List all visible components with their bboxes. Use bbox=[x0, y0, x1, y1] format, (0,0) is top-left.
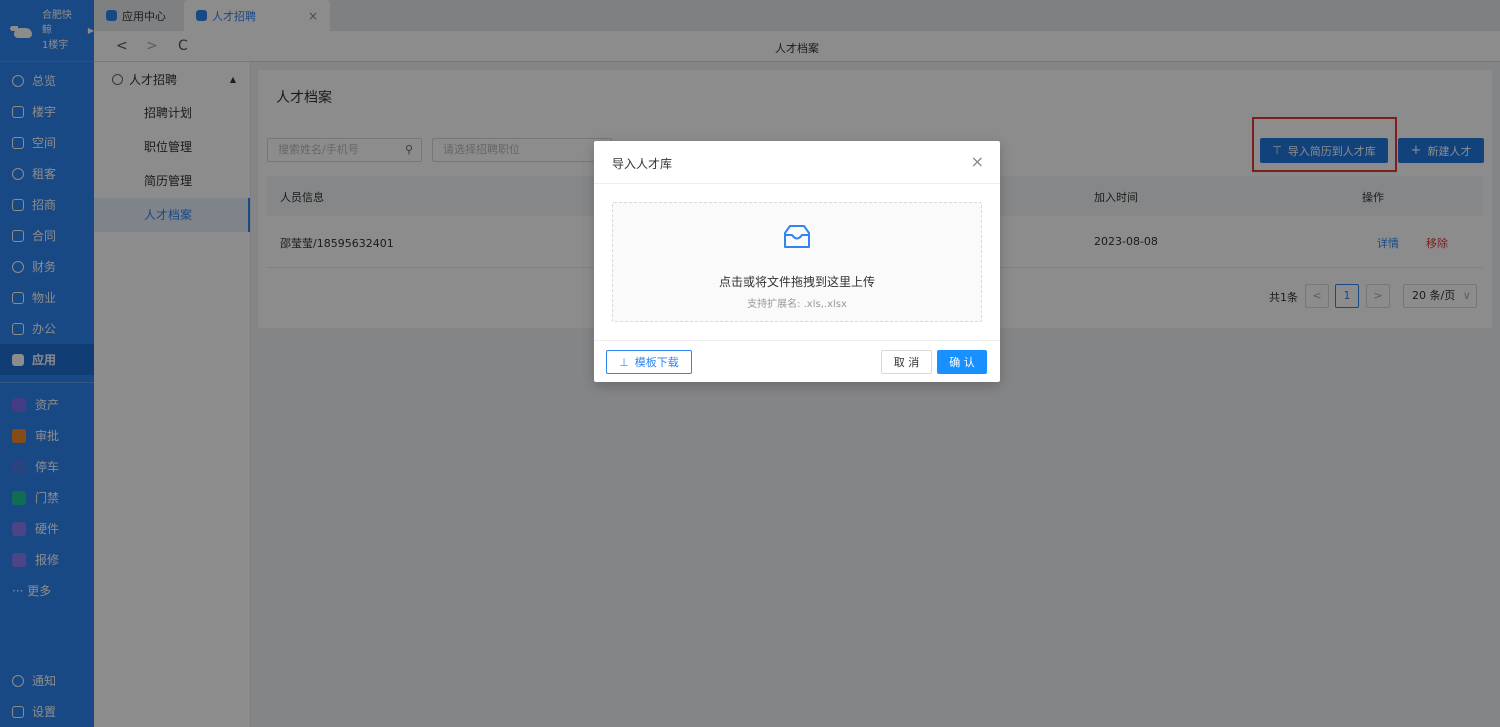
close-icon[interactable]: × bbox=[971, 152, 984, 171]
dropzone-text: 点击或将文件拖拽到这里上传 bbox=[718, 275, 875, 289]
template-download-button[interactable]: ⊥ 模板下载 bbox=[606, 350, 692, 374]
import-modal: 导入人才库 × 点击或将文件拖拽到这里上传 支持扩展名: .xls,.xlsx … bbox=[594, 141, 1000, 382]
modal-title: 导入人才库 bbox=[612, 157, 673, 171]
confirm-button[interactable]: 确 认 bbox=[937, 350, 987, 374]
download-icon: ⊥ bbox=[619, 355, 629, 369]
dropzone-hint: 支持扩展名: .xls,.xlsx bbox=[747, 299, 847, 310]
inbox-icon bbox=[784, 225, 810, 248]
cancel-button[interactable]: 取 消 bbox=[881, 350, 932, 374]
file-dropzone[interactable]: 点击或将文件拖拽到这里上传 支持扩展名: .xls,.xlsx bbox=[612, 202, 982, 322]
